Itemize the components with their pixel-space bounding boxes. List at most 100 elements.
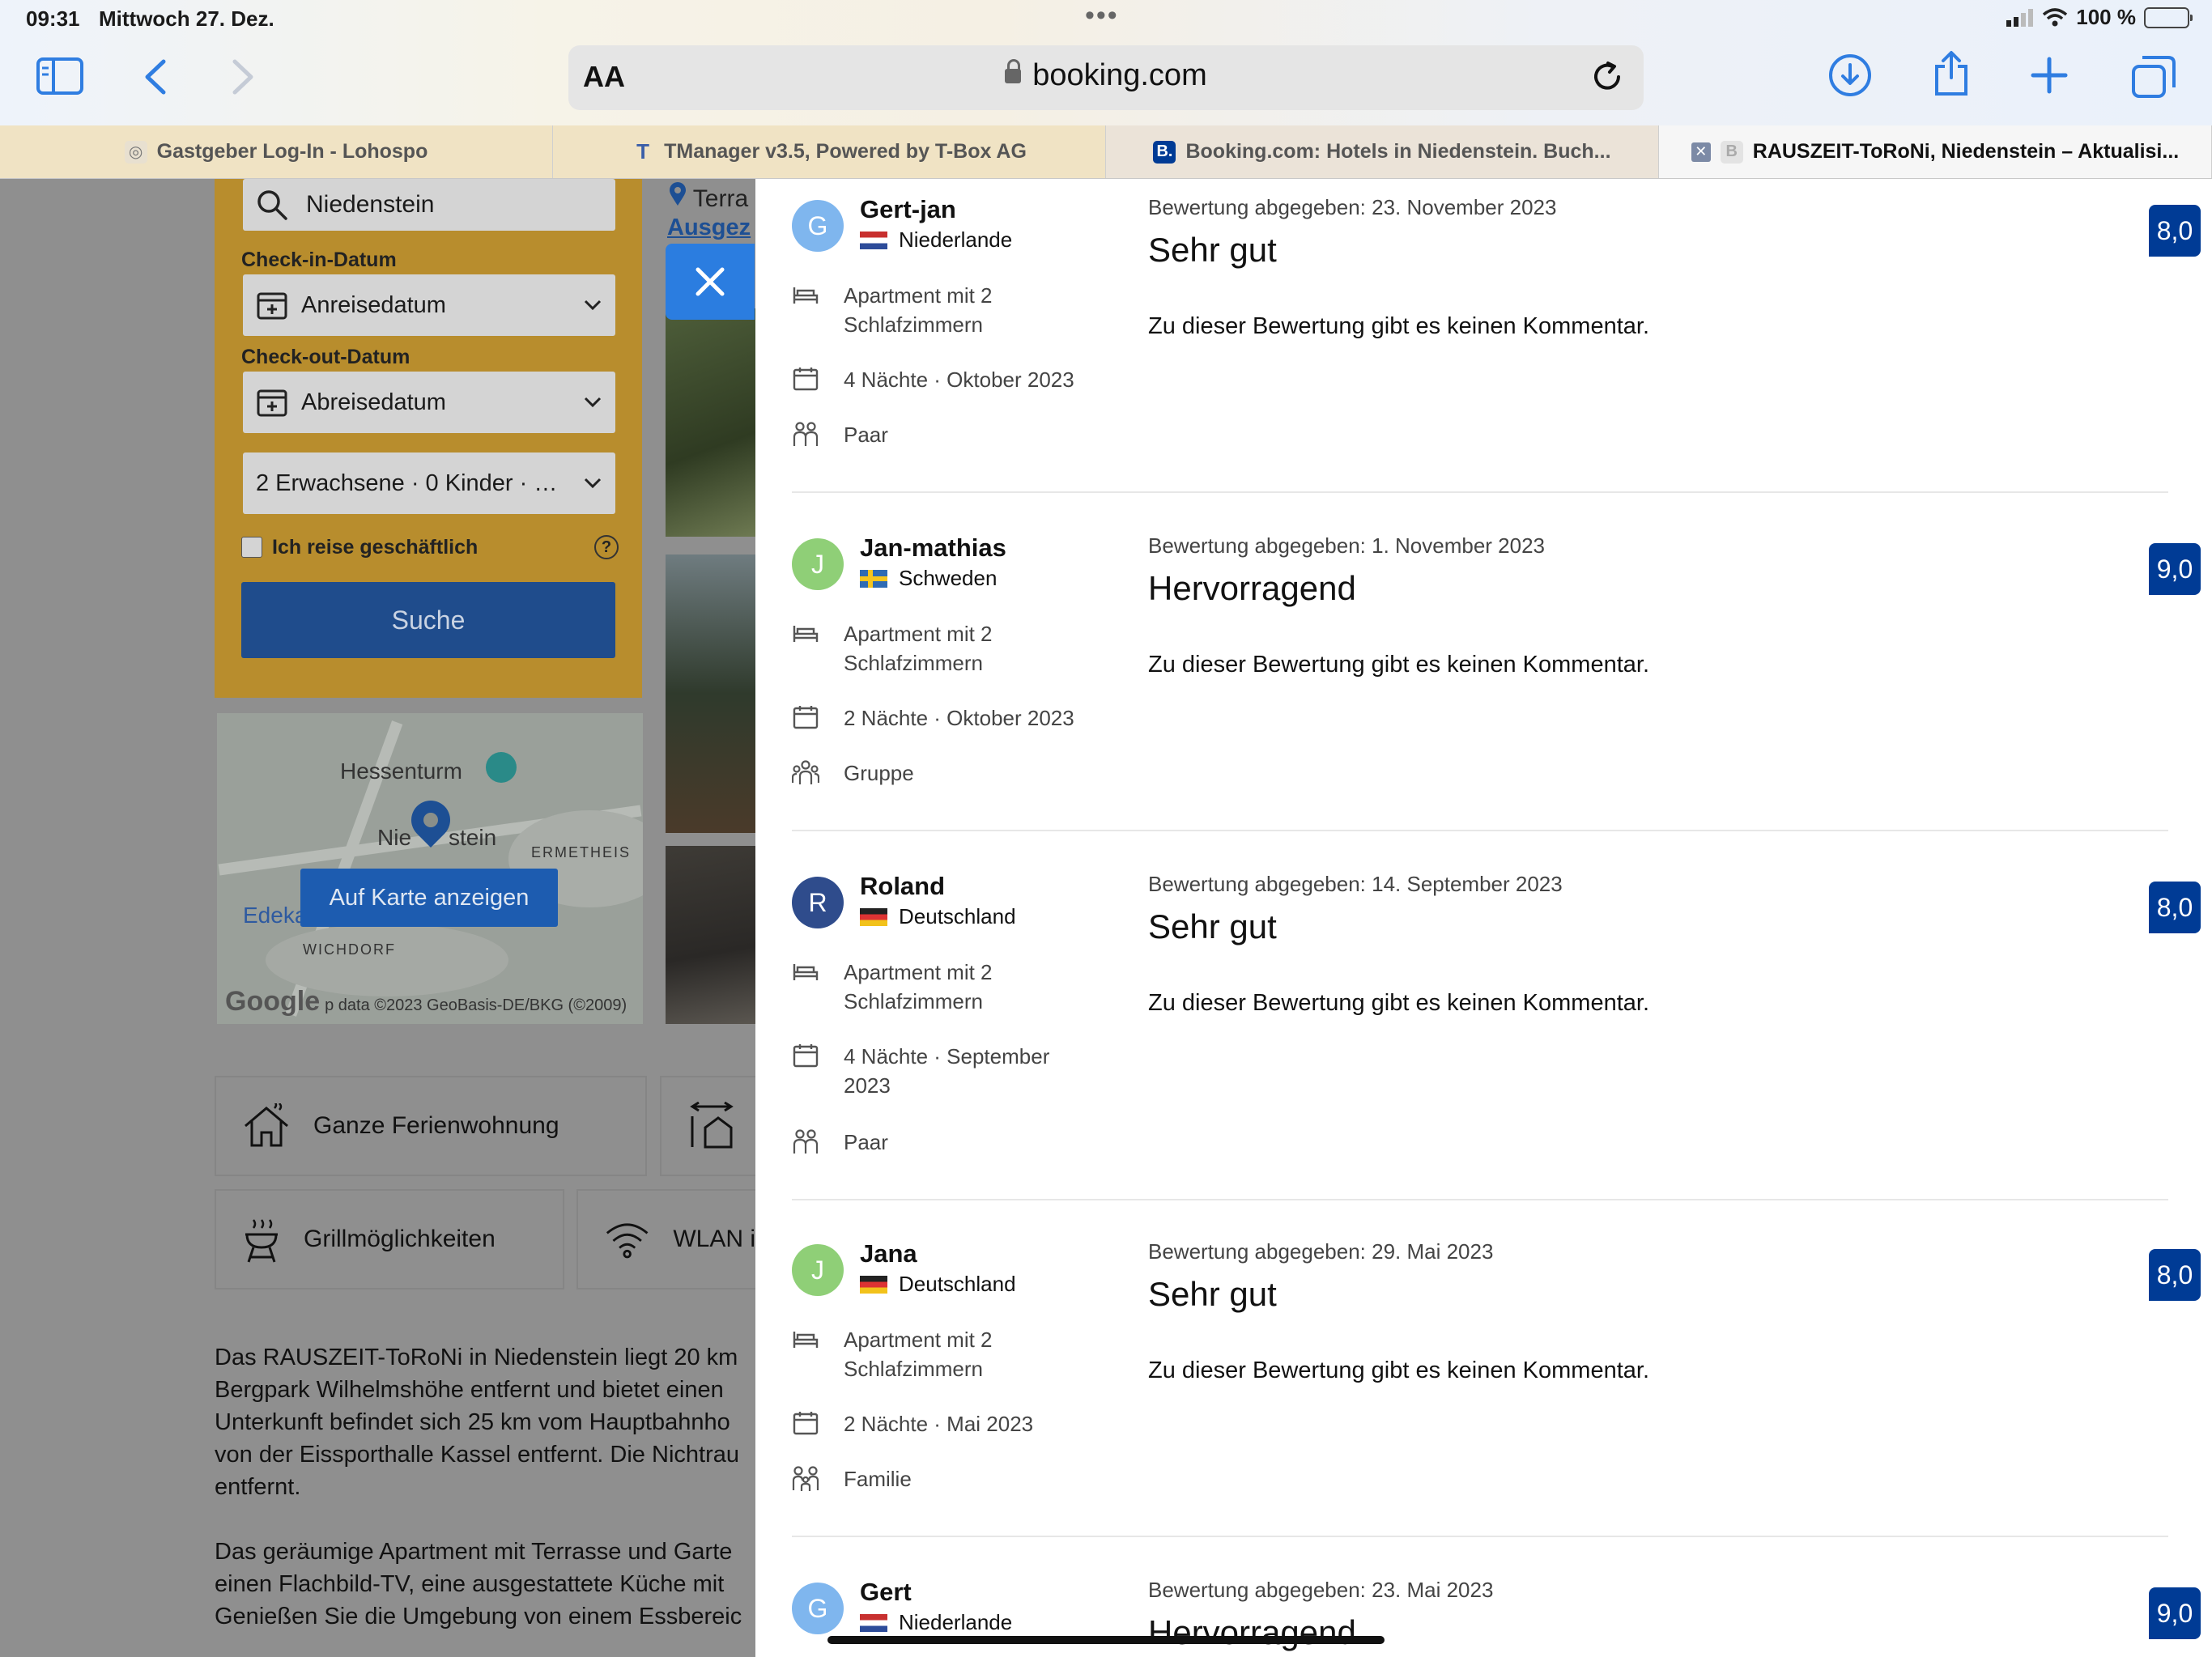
forward-icon[interactable]	[232, 58, 256, 96]
tbox-icon: T	[636, 139, 650, 164]
review-comment: Zu dieser Bewertung gibt es keinen Komme…	[1148, 1357, 1649, 1383]
new-tab-icon[interactable]	[2031, 57, 2068, 94]
calendar-icon	[793, 1412, 819, 1435]
search-button[interactable]: Suche	[241, 582, 615, 658]
tab-booking-hotels[interactable]: B. Booking.com: Hotels in Niedenstein. B…	[1106, 125, 1659, 178]
reviewer-name: Jan-mathias	[860, 533, 1006, 562]
family-icon	[792, 1466, 819, 1491]
reviewer-name: Roland	[860, 872, 946, 900]
business-checkbox-row[interactable]: Ich reise geschäftlich ?	[241, 535, 619, 559]
map-label-town-suffix: stein	[449, 825, 497, 850]
size-icon	[690, 1102, 734, 1149]
help-icon[interactable]: ?	[594, 535, 619, 559]
review-score-badge: 8,0	[2149, 882, 2201, 933]
bed-icon	[793, 626, 819, 642]
gallery-highlight-link[interactable]: Ausgez	[667, 215, 751, 241]
tab-label: TManager v3.5, Powered by T-Box AG	[664, 140, 1027, 163]
reviewer-country: Niederlande	[860, 227, 1012, 253]
map-label-wichdorf: WICHDORF	[303, 941, 396, 958]
map-label-town: Nie	[377, 825, 412, 850]
chevron-down-icon	[584, 478, 602, 489]
bed-icon	[793, 964, 819, 980]
review-date: Bewertung abgegeben: 14. September 2023	[1148, 872, 1563, 896]
stay-info: 4 Nächte · Oktober 2023	[792, 365, 1132, 394]
show-on-map-button[interactable]: Auf Karte anzeigen	[300, 869, 558, 927]
review-divider	[792, 1536, 2168, 1537]
lock-icon	[1005, 59, 1022, 83]
status-indicators: 100 %	[2006, 5, 2193, 30]
map-preview[interactable]: Hessenturm Nie stein ERMETHEIS Edeka WIC…	[217, 713, 643, 1024]
checkout-value: Abreisedatum	[301, 389, 446, 415]
review-title: Sehr gut	[1148, 231, 1277, 269]
description-paragraph-2: Das geräumige Apartment mit Terrasse und…	[215, 1539, 742, 1629]
facility-entire-apartment: Ganze Ferienwohnung	[215, 1076, 647, 1176]
battery-percent: 100 %	[2076, 5, 2136, 29]
tab-overview-icon[interactable]	[2131, 55, 2176, 99]
business-checkbox[interactable]	[241, 537, 262, 558]
checkout-label: Check-out-Datum	[241, 346, 410, 368]
tab-bar: ◎ Gastgeber Log-In - Lohospo T TManager …	[0, 125, 2212, 179]
reviews-panel[interactable]: G Gert-jan Niederlande Apartment mit 2 S…	[755, 179, 2212, 1657]
stay-info: 2 Nächte · Mai 2023	[792, 1409, 1132, 1438]
tab-rauszeit[interactable]: ✕ B RAUSZEIT-ToRoNi, Niedenstein – Aktua…	[1659, 125, 2212, 178]
back-icon[interactable]	[143, 58, 167, 96]
checkin-field[interactable]: Anreisedatum	[243, 274, 615, 336]
avatar: J	[792, 538, 844, 590]
tab-lohospo[interactable]: ◎ Gastgeber Log-In - Lohospo	[0, 125, 553, 178]
facility-label: Ganze Ferienwohnung	[313, 1112, 559, 1139]
address-bar[interactable]: AA booking.com	[568, 45, 1644, 110]
booking-icon: B.	[1153, 140, 1176, 164]
couple-icon	[793, 422, 819, 446]
tab-label: Booking.com: Hotels in Niedenstein. Buch…	[1185, 140, 1611, 163]
url-display[interactable]: booking.com	[568, 58, 1644, 93]
reviewer-country: Schweden	[860, 566, 997, 591]
destination-input[interactable]: Niedenstein	[243, 179, 615, 231]
search-icon	[257, 190, 287, 220]
reviewer-name: Gert	[860, 1578, 912, 1606]
chevron-down-icon	[584, 300, 602, 311]
tab-tmanager[interactable]: T TManager v3.5, Powered by T-Box AG	[553, 125, 1106, 178]
reload-icon[interactable]	[1590, 60, 1624, 98]
close-icon	[696, 267, 725, 296]
map-attribution: Google p data ©2023 GeoBasis-DE/BKG (©200…	[225, 986, 627, 1018]
traveler-type: Paar	[792, 420, 1132, 449]
gallery-photo[interactable]	[666, 554, 756, 833]
review-divider	[792, 1199, 2168, 1200]
wifi-status-icon	[2043, 7, 2068, 26]
tab-label: RAUSZEIT-ToRoNi, Niedenstein – Aktualisi…	[1752, 140, 2180, 163]
close-tab-icon[interactable]: ✕	[1691, 142, 1711, 162]
tower-poi-icon	[486, 752, 517, 783]
review-comment: Zu dieser Bewertung gibt es keinen Komme…	[1148, 313, 1649, 339]
facility-size	[660, 1076, 757, 1176]
review-date: Bewertung abgegeben: 23. Mai 2023	[1148, 1578, 1494, 1602]
status-date: Mittwoch 27. Dez.	[99, 6, 274, 31]
stay-info: 4 Nächte · September 2023	[792, 1042, 1132, 1100]
home-indicator[interactable]	[827, 1636, 1385, 1644]
reviewer-name: Gert-jan	[860, 195, 956, 223]
stay-info: 2 Nächte · Oktober 2023	[792, 703, 1132, 733]
download-icon[interactable]	[1828, 53, 1872, 97]
review-comment: Zu dieser Bewertung gibt es keinen Komme…	[1148, 990, 1649, 1016]
close-reviews-button[interactable]	[666, 244, 755, 320]
multitasking-dots[interactable]: •••	[1085, 0, 1119, 32]
avatar: R	[792, 877, 844, 928]
cellular-icon	[2006, 8, 2034, 27]
sidebar-icon[interactable]	[36, 57, 84, 96]
review-date: Bewertung abgegeben: 23. November 2023	[1148, 195, 1557, 219]
review-divider	[792, 491, 2168, 493]
house-icon	[245, 1103, 288, 1147]
gallery-photo[interactable]	[666, 846, 756, 1024]
review-score-badge: 9,0	[2149, 1587, 2201, 1639]
review-title: Hervorragend	[1148, 569, 1356, 607]
checkout-field[interactable]: Abreisedatum	[243, 372, 615, 433]
reviewer-country: Niederlande	[860, 1610, 1012, 1635]
review-date: Bewertung abgegeben: 1. November 2023	[1148, 533, 1546, 558]
guests-field[interactable]: 2 Erwachsene · 0 Kinder · 1 ...	[243, 452, 615, 514]
review-title: Sehr gut	[1148, 907, 1277, 945]
netherlands-flag-icon	[860, 231, 887, 249]
gallery-photo[interactable]	[666, 308, 756, 537]
avatar: J	[792, 1244, 844, 1296]
tab-label: Gastgeber Log-In - Lohospo	[156, 140, 428, 163]
share-icon[interactable]	[1932, 50, 1971, 97]
location-marker-icon	[670, 182, 686, 206]
